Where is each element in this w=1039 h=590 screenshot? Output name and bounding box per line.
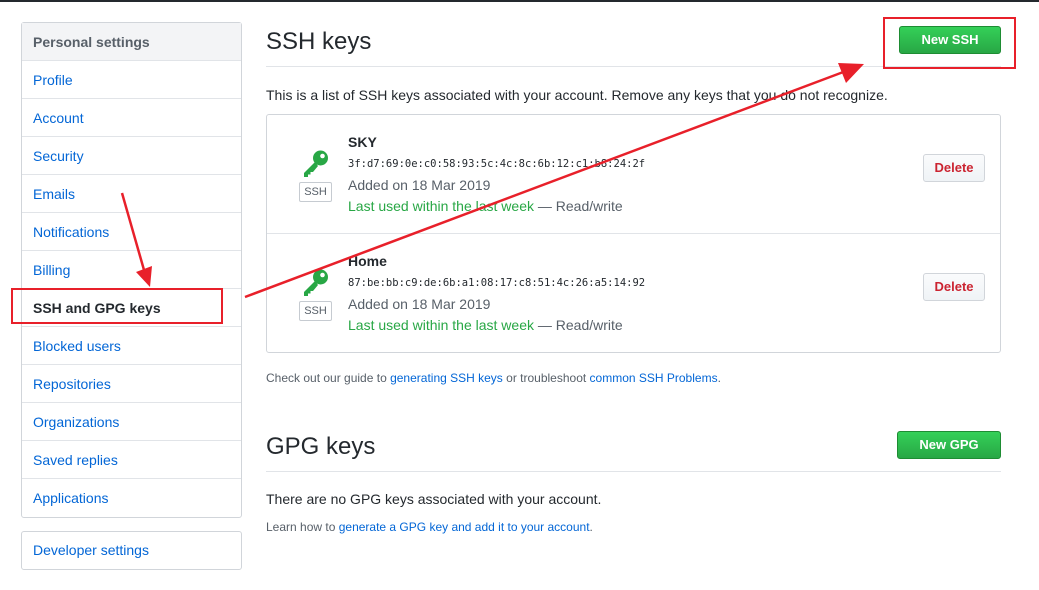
ssh-guide-prefix: Check out our guide to bbox=[266, 371, 391, 385]
ssh-guide-text: Check out our guide to generating SSH ke… bbox=[266, 371, 721, 385]
ssh-badge: SSH bbox=[299, 182, 332, 202]
ssh-guide-middle: or troubleshoot bbox=[502, 371, 590, 385]
new-gpg-key-button[interactable]: New GPG key bbox=[897, 431, 1001, 478]
gpg-title-divider bbox=[266, 471, 1001, 472]
ssh-key-row: SSH Home 87:be:bb:c9:de:6b:a1:08:17:c8:5… bbox=[267, 234, 1000, 353]
ssh-key-list: SSH SKY 3f:d7:69:0e:c0:58:93:5c:4c:8c:6b… bbox=[266, 114, 1001, 353]
sidebar-item-repositories[interactable]: Repositories bbox=[22, 365, 241, 403]
ssh-guide-suffix: . bbox=[717, 371, 721, 385]
ssh-key-row: SSH SKY 3f:d7:69:0e:c0:58:93:5c:4c:8c:6b… bbox=[267, 115, 1000, 234]
sidebar-item-notifications[interactable]: Notifications bbox=[22, 213, 241, 251]
key-added-date: Added on 18 Mar 2019 bbox=[348, 177, 491, 193]
key-access: — Read/write bbox=[534, 317, 623, 333]
sidebar-item-billing[interactable]: Billing bbox=[22, 251, 241, 289]
sidebar-item-security[interactable]: Security bbox=[22, 137, 241, 175]
generate-gpg-key-link[interactable]: generate a GPG key and add it to your ac… bbox=[339, 520, 590, 534]
key-added-date: Added on 18 Mar 2019 bbox=[348, 296, 491, 312]
key-usage: Last used within the last week — Read/wr… bbox=[348, 317, 623, 333]
sidebar-item-profile[interactable]: Profile bbox=[22, 61, 241, 99]
key-access: — Read/write bbox=[534, 198, 623, 214]
developer-settings-menu: Developer settings bbox=[21, 531, 242, 570]
key-fingerprint: 3f:d7:69:0e:c0:58:93:5c:4c:8c:6b:12:c1:b… bbox=[348, 158, 646, 170]
gpg-learn-prefix: Learn how to bbox=[266, 520, 339, 534]
key-icon bbox=[304, 150, 328, 177]
sidebar-item-organizations[interactable]: Organizations bbox=[22, 403, 241, 441]
top-bar-edge bbox=[0, 0, 1039, 2]
highlight-box-new-ssh-key bbox=[883, 17, 1016, 69]
gpg-keys-title: GPG keys bbox=[266, 433, 376, 460]
key-last-used: Last used within the last week bbox=[348, 317, 534, 333]
gpg-empty-message: There are no GPG keys associated with yo… bbox=[266, 491, 602, 507]
sidebar-item-emails[interactable]: Emails bbox=[22, 175, 241, 213]
gpg-learn-suffix: . bbox=[589, 520, 593, 534]
key-fingerprint: 87:be:bb:c9:de:6b:a1:08:17:c8:51:4c:26:a… bbox=[348, 277, 646, 289]
ssh-badge: SSH bbox=[299, 301, 332, 321]
gpg-learn-text: Learn how to generate a GPG key and add … bbox=[266, 520, 593, 534]
key-title: SKY bbox=[348, 134, 377, 150]
key-title: Home bbox=[348, 253, 387, 269]
sidebar-item-developer-settings[interactable]: Developer settings bbox=[22, 532, 241, 569]
sidebar-item-blocked-users[interactable]: Blocked users bbox=[22, 327, 241, 365]
sidebar-heading: Personal settings bbox=[22, 23, 241, 61]
ssh-description: This is a list of SSH keys associated wi… bbox=[266, 87, 888, 103]
sidebar-item-saved-replies[interactable]: Saved replies bbox=[22, 441, 241, 479]
sidebar-item-account[interactable]: Account bbox=[22, 99, 241, 137]
generating-ssh-keys-link[interactable]: generating SSH keys bbox=[390, 371, 503, 385]
delete-key-button[interactable]: Delete bbox=[923, 154, 985, 182]
highlight-box-ssh-gpg-keys bbox=[11, 288, 223, 324]
common-ssh-problems-link[interactable]: common SSH Problems bbox=[590, 371, 718, 385]
settings-sidebar: Personal settings Profile Account Securi… bbox=[21, 22, 242, 518]
key-usage: Last used within the last week — Read/wr… bbox=[348, 198, 623, 214]
delete-key-button[interactable]: Delete bbox=[923, 273, 985, 301]
key-last-used: Last used within the last week bbox=[348, 198, 534, 214]
ssh-keys-title: SSH keys bbox=[266, 28, 372, 55]
sidebar-item-applications[interactable]: Applications bbox=[22, 479, 241, 517]
key-icon bbox=[304, 269, 328, 296]
